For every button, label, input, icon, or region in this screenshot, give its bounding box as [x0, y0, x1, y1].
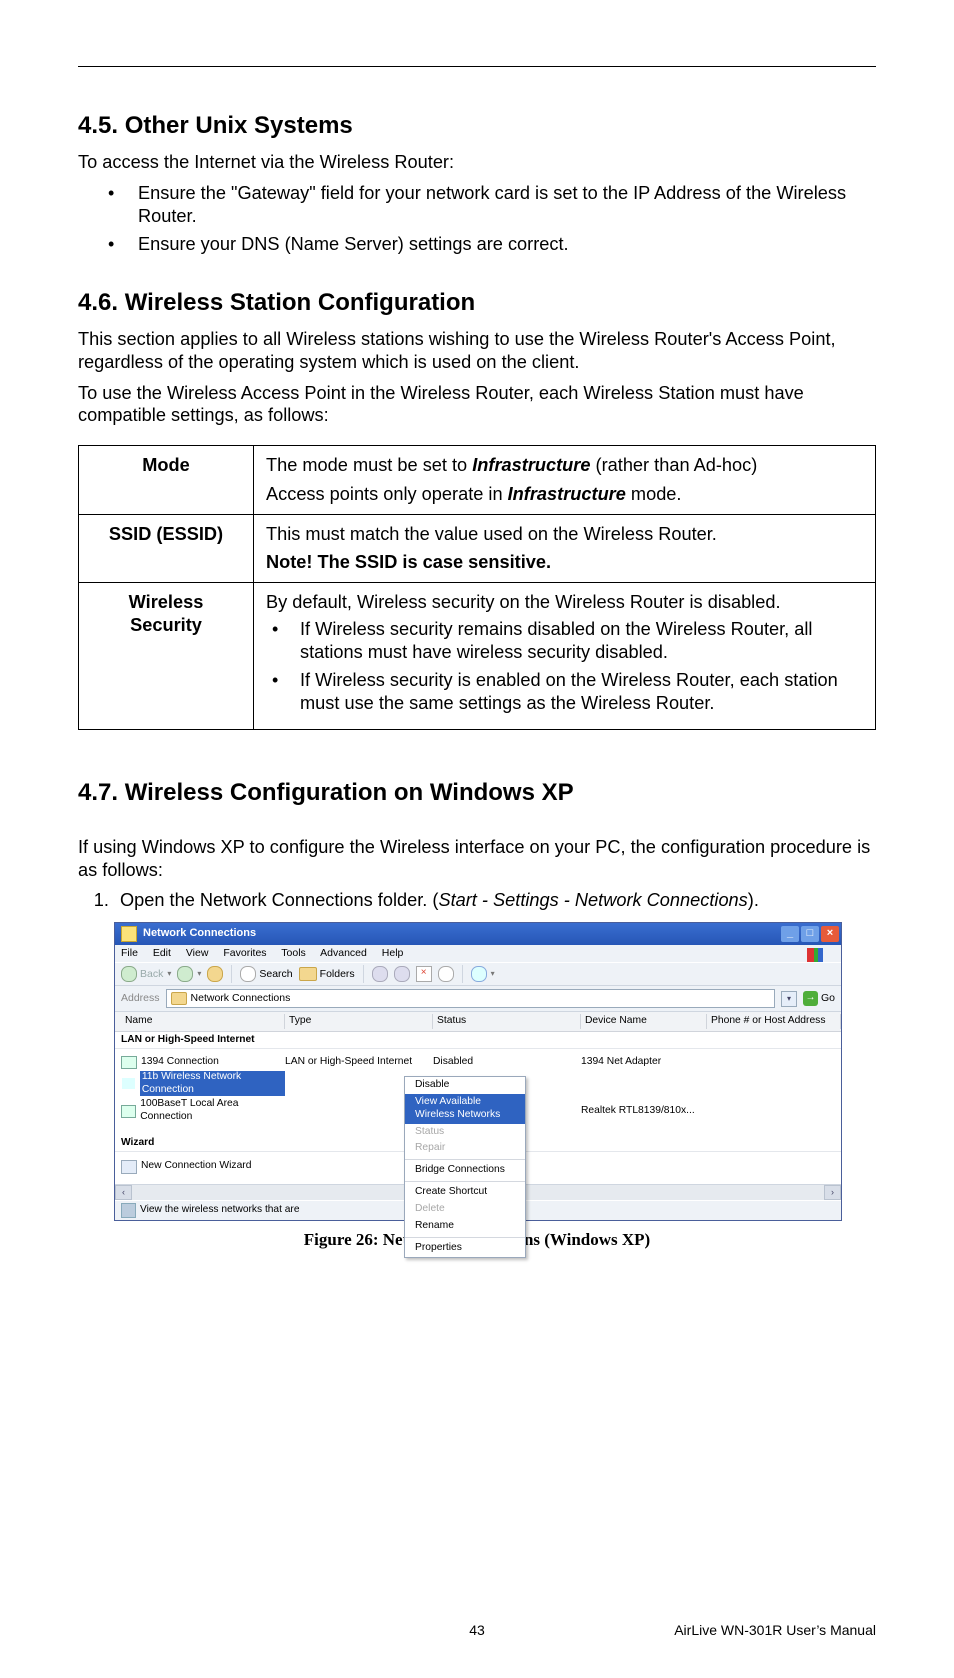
ctx-separator [405, 1237, 525, 1238]
folder-icon [171, 992, 187, 1005]
toolbar: Back▾ ▾ Search Folders × ▾ [115, 962, 841, 986]
step-1: Open the Network Connections folder. (St… [114, 889, 876, 912]
chevron-down-icon: ▾ [491, 969, 495, 979]
context-menu: Disable View Available Wireless Networks… [404, 1076, 526, 1258]
address-input[interactable]: Network Connections [166, 989, 775, 1008]
para-4-7: If using Windows XP to configure the Wir… [78, 836, 876, 882]
back-button[interactable]: Back▾ [121, 966, 171, 982]
maximize-button[interactable]: □ [801, 926, 819, 942]
menubar: File Edit View Favorites Tools Advanced … [115, 945, 841, 962]
settings-table: Mode The mode must be set to Infrastruct… [78, 445, 876, 730]
address-dropdown[interactable]: ▾ [781, 991, 797, 1007]
go-icon: → [803, 991, 818, 1006]
cell-sec-val: By default, Wireless security on the Wir… [254, 583, 876, 730]
heading-4-5: 4.5. Other Unix Systems [78, 111, 876, 141]
intro-4-5: To access the Internet via the Wireless … [78, 151, 876, 174]
cell-mode-key: Mode [79, 446, 254, 515]
menu-edit[interactable]: Edit [153, 947, 171, 959]
search-icon [240, 966, 256, 982]
menu-tools[interactable]: Tools [281, 947, 306, 959]
col-device[interactable]: Device Name [581, 1014, 707, 1029]
heading-4-7: 4.7. Wireless Configuration on Windows X… [78, 778, 876, 808]
windows-flag-icon [807, 948, 823, 962]
back-icon [121, 966, 137, 982]
delete-icon: × [416, 966, 432, 982]
move-to-icon [372, 966, 388, 982]
nic-icon [121, 1105, 136, 1118]
ctx-repair[interactable]: Repair [405, 1140, 525, 1157]
search-button[interactable]: Search [240, 966, 292, 982]
ctx-rename[interactable]: Rename [405, 1218, 525, 1235]
folders-button[interactable]: Folders [299, 967, 355, 981]
ctx-delete[interactable]: Delete [405, 1201, 525, 1218]
group-header: LAN or High-Speed Internet [115, 1032, 841, 1049]
heading-4-6: 4.6. Wireless Station Configuration [78, 288, 876, 318]
wizard-icon [121, 1160, 137, 1174]
ctx-disable[interactable]: Disable [405, 1077, 525, 1094]
minimize-button[interactable]: _ [781, 926, 799, 942]
menu-file[interactable]: File [121, 947, 138, 959]
cell-ssid-val: This must match the value used on the Wi… [254, 514, 876, 583]
ctx-status[interactable]: Status [405, 1124, 525, 1141]
folder-icon [121, 926, 137, 942]
ctx-properties[interactable]: Properties [405, 1240, 525, 1257]
copy-to-icon [394, 966, 410, 982]
status-icon [121, 1203, 136, 1218]
menu-advanced[interactable]: Advanced [320, 947, 367, 959]
menu-favorites[interactable]: Favorites [223, 947, 266, 959]
chevron-down-icon: ▾ [167, 969, 171, 979]
copyto-button[interactable] [394, 966, 410, 982]
undo-button[interactable] [438, 966, 454, 982]
window-title: Network Connections [143, 927, 256, 941]
ctx-separator [405, 1181, 525, 1182]
column-headers: Name Type Status Device Name Phone # or … [115, 1012, 841, 1032]
chevron-down-icon: ▾ [197, 969, 201, 979]
menu-view[interactable]: View [186, 947, 209, 959]
para-4-6-2: To use the Wireless Access Point in the … [78, 382, 876, 428]
wireless-nic-icon [121, 1077, 136, 1090]
moveto-button[interactable] [372, 966, 388, 982]
views-icon [471, 966, 487, 982]
bullet-4-5-2: Ensure your DNS (Name Server) settings a… [114, 233, 876, 256]
up-folder-icon [207, 966, 223, 982]
views-button[interactable]: ▾ [471, 966, 495, 982]
page-number: 43 [469, 1622, 485, 1640]
col-phone[interactable]: Phone # or Host Address [707, 1014, 841, 1029]
ctx-shortcut[interactable]: Create Shortcut [405, 1184, 525, 1201]
ctx-bridge[interactable]: Bridge Connections [405, 1162, 525, 1179]
undo-icon [438, 966, 454, 982]
titlebar[interactable]: Network Connections _ □ × [115, 923, 841, 945]
col-name[interactable]: Name [121, 1014, 285, 1029]
scroll-left-button[interactable]: ‹ [115, 1185, 132, 1200]
nic-icon [121, 1056, 137, 1069]
para-4-6-1: This section applies to all Wireless sta… [78, 328, 876, 374]
ctx-view-wireless[interactable]: View Available Wireless Networks [405, 1094, 525, 1124]
address-bar: Address Network Connections ▾ →Go [115, 986, 841, 1012]
menu-help[interactable]: Help [382, 947, 404, 959]
forward-icon [177, 966, 193, 982]
cell-ssid-key: SSID (ESSID) [79, 514, 254, 583]
address-label: Address [121, 992, 160, 1005]
forward-button[interactable]: ▾ [177, 966, 201, 982]
bullet-4-5-1: Ensure the "Gateway" field for your netw… [114, 182, 876, 228]
ctx-separator [405, 1159, 525, 1160]
col-status[interactable]: Status [433, 1014, 581, 1029]
list-item[interactable]: 1394 Connection LAN or High-Speed Intern… [115, 1055, 841, 1070]
cell-mode-val: The mode must be set to Infrastructure (… [254, 446, 876, 515]
folders-icon [299, 967, 317, 981]
delete-button[interactable]: × [416, 966, 432, 982]
scroll-right-button[interactable]: › [824, 1185, 841, 1200]
col-type[interactable]: Type [285, 1014, 433, 1029]
manual-name: AirLive WN-301R User’s Manual [674, 1622, 876, 1640]
go-button[interactable]: →Go [803, 991, 835, 1006]
close-button[interactable]: × [821, 926, 839, 942]
cell-sec-key: Wireless Security [79, 583, 254, 730]
up-button[interactable] [207, 966, 223, 982]
